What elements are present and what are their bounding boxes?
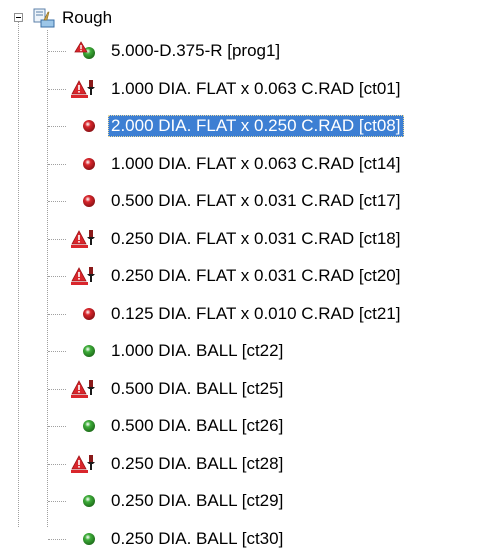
green-ball-icon (70, 490, 100, 512)
cutter-warning-icon (70, 378, 100, 400)
tree-item[interactable]: 0.250 DIA. FLAT x 0.031 C.RAD [ct20] (70, 261, 480, 291)
red-ball-icon (70, 115, 100, 137)
tree-item-label: 0.500 DIA. BALL [ct25] (111, 378, 284, 398)
tree-guide-branch (48, 238, 66, 240)
tree-guide-branch (48, 276, 66, 277)
tree-item[interactable]: 0.250 DIA. BALL [ct28] (70, 449, 480, 479)
tree-item[interactable]: 0.250 DIA. BALL [ct30] (70, 524, 480, 554)
tree-guide-branch (48, 88, 66, 90)
tree-guide-branch (48, 201, 66, 202)
tree-guide-branch (48, 126, 66, 127)
tree-item-label: 0.125 DIA. FLAT x 0.010 C.RAD [ct21] (111, 303, 401, 323)
tree-item[interactable]: 0.500 DIA. FLAT x 0.031 C.RAD [ct17] (70, 186, 480, 216)
tree-item-label: 0.250 DIA. BALL [ct30] (111, 528, 284, 548)
tree-item-label: 0.250 DIA. BALL [ct28] (111, 453, 284, 473)
tree-item-label: 0.250 DIA. FLAT x 0.031 C.RAD [ct18] (111, 228, 401, 248)
tree-guide-branch (48, 351, 66, 352)
tree-item-label: 1.000 DIA. FLAT x 0.063 C.RAD [ct14] (111, 153, 401, 173)
red-ball-icon (70, 153, 100, 175)
tree-item[interactable]: 0.250 DIA. FLAT x 0.031 C.RAD [ct18] (70, 224, 480, 254)
tree-item[interactable]: 0.125 DIA. FLAT x 0.010 C.RAD [ct21] (70, 299, 480, 329)
operations-tree: Rough 5.000-D.375-R [prog1] 1.000 DIA. F… (0, 0, 485, 548)
cutter-warning-icon (70, 453, 100, 475)
red-ball-icon (70, 303, 100, 325)
tree-guide-branch (48, 501, 66, 502)
tree-item[interactable]: 1.000 DIA. FLAT x 0.063 C.RAD [ct14] (70, 149, 480, 179)
tree-guide-branch (48, 313, 66, 315)
tree-guide-branch (48, 426, 66, 427)
tree-guide-root (18, 22, 19, 527)
tree-item-label: 0.250 DIA. BALL [ct29] (111, 491, 284, 510)
green-ball-icon (70, 415, 100, 437)
tree-item[interactable]: 1.000 DIA. FLAT x 0.063 C.RAD [ct01] (70, 74, 480, 104)
green-ball-icon (70, 528, 100, 550)
green-ball-icon (70, 340, 100, 362)
tree-item[interactable]: 0.250 DIA. BALL [ct29] (70, 486, 480, 516)
tree-guide-branch (48, 163, 66, 165)
red-ball-icon (70, 190, 100, 212)
tree-guide-branch (48, 51, 66, 52)
tree-item-label: 0.500 DIA. BALL [ct26] (111, 416, 284, 435)
tree-item[interactable]: 0.500 DIA. BALL [ct25] (70, 374, 480, 404)
tree-item[interactable]: 1.000 DIA. BALL [ct22] (70, 336, 480, 366)
tree-item[interactable]: 0.500 DIA. BALL [ct26] (70, 411, 480, 441)
program-warning-icon (70, 40, 100, 62)
cutter-warning-icon (70, 78, 100, 100)
tree-root-label[interactable]: Rough (62, 7, 112, 29)
tree-item[interactable]: 2.000 DIA. FLAT x 0.250 C.RAD [ct08] (70, 111, 480, 141)
tree-guide-children (47, 30, 48, 527)
tree-guide-branch (48, 538, 66, 540)
tree-item-label: 5.000-D.375-R [prog1] (111, 41, 281, 60)
tree-item-label: 2.000 DIA. FLAT x 0.250 C.RAD [ct08] (108, 115, 405, 137)
machining-group-icon (33, 8, 55, 28)
tree-item[interactable]: 5.000-D.375-R [prog1] (70, 36, 480, 66)
cutter-warning-icon (70, 228, 100, 250)
cutter-warning-icon (70, 265, 100, 287)
tree-guide-branch (48, 388, 66, 390)
tree-item-label: 0.250 DIA. FLAT x 0.031 C.RAD [ct20] (111, 266, 401, 285)
tree-item-label: 0.500 DIA. FLAT x 0.031 C.RAD [ct17] (111, 191, 401, 210)
tree-item-label: 1.000 DIA. FLAT x 0.063 C.RAD [ct01] (111, 78, 401, 98)
tree-item-label: 1.000 DIA. BALL [ct22] (111, 341, 284, 360)
collapse-toggle[interactable] (14, 13, 23, 22)
tree-guide-branch (48, 463, 66, 465)
